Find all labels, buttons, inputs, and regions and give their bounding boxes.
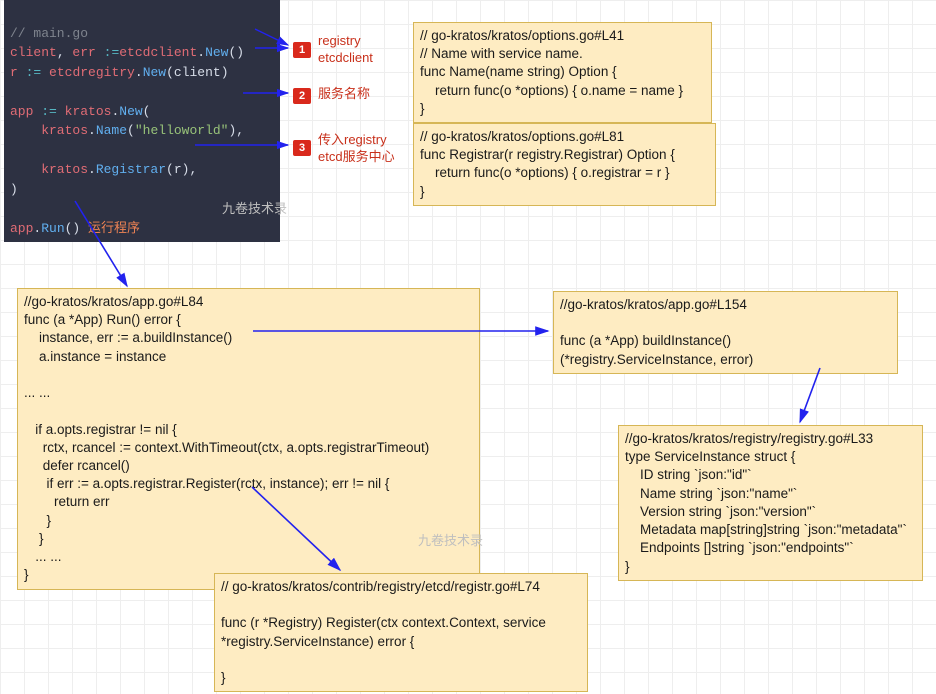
code-token: 运行程序 [80, 221, 140, 236]
code-token: := [104, 45, 120, 60]
annotation-registry-etcdclient: registry etcdclient [318, 33, 373, 67]
code-token: New [143, 65, 166, 80]
code-token: (r), [166, 162, 197, 177]
code-token: etcdregitry [49, 65, 135, 80]
code-token: kratos [10, 162, 88, 177]
code-token: (client) [166, 65, 228, 80]
code-token: Registrar [96, 162, 166, 177]
code-line: // main.go [10, 26, 88, 41]
note-app-run: //go-kratos/kratos/app.go#L84 func (a *A… [17, 288, 480, 590]
note-build-instance: //go-kratos/kratos/app.go#L154 func (a *… [553, 291, 898, 374]
code-token: client [10, 45, 57, 60]
code-token: app [10, 104, 33, 119]
code-token: ), [228, 123, 244, 138]
code-token: Run [41, 221, 64, 236]
code-token: kratos [10, 123, 88, 138]
code-token: ) [10, 182, 18, 197]
badge-3: 3 [293, 140, 311, 156]
code-token: etcdclient [119, 45, 197, 60]
code-token: kratos [65, 104, 112, 119]
code-token: "helloworld" [135, 123, 229, 138]
code-token: New [205, 45, 228, 60]
code-token: := [26, 65, 42, 80]
annotation-pass-registry: 传入registry etcd服务中心 [318, 132, 395, 166]
code-token: ( [143, 104, 151, 119]
code-token: := [41, 104, 57, 119]
code-token: ( [127, 123, 135, 138]
note-service-instance: //go-kratos/kratos/registry/registry.go#… [618, 425, 923, 581]
code-token: () [65, 221, 81, 236]
watermark-1: 九卷技术录 [222, 198, 287, 217]
note-options-registrar: // go-kratos/kratos/options.go#L81 func … [413, 123, 716, 206]
code-token: r [10, 65, 18, 80]
note-etcd-register: // go-kratos/kratos/contrib/registry/etc… [214, 573, 588, 692]
badge-2: 2 [293, 88, 311, 104]
code-token: () [228, 45, 244, 60]
code-token: Name [96, 123, 127, 138]
code-token: err [72, 45, 95, 60]
annotation-service-name: 服务名称 [318, 86, 370, 103]
watermark-2: 九卷技术录 [418, 530, 483, 549]
badge-1: 1 [293, 42, 311, 58]
code-token: New [119, 104, 142, 119]
note-options-name: // go-kratos/kratos/options.go#L41 // Na… [413, 22, 712, 123]
code-token: app [10, 221, 33, 236]
